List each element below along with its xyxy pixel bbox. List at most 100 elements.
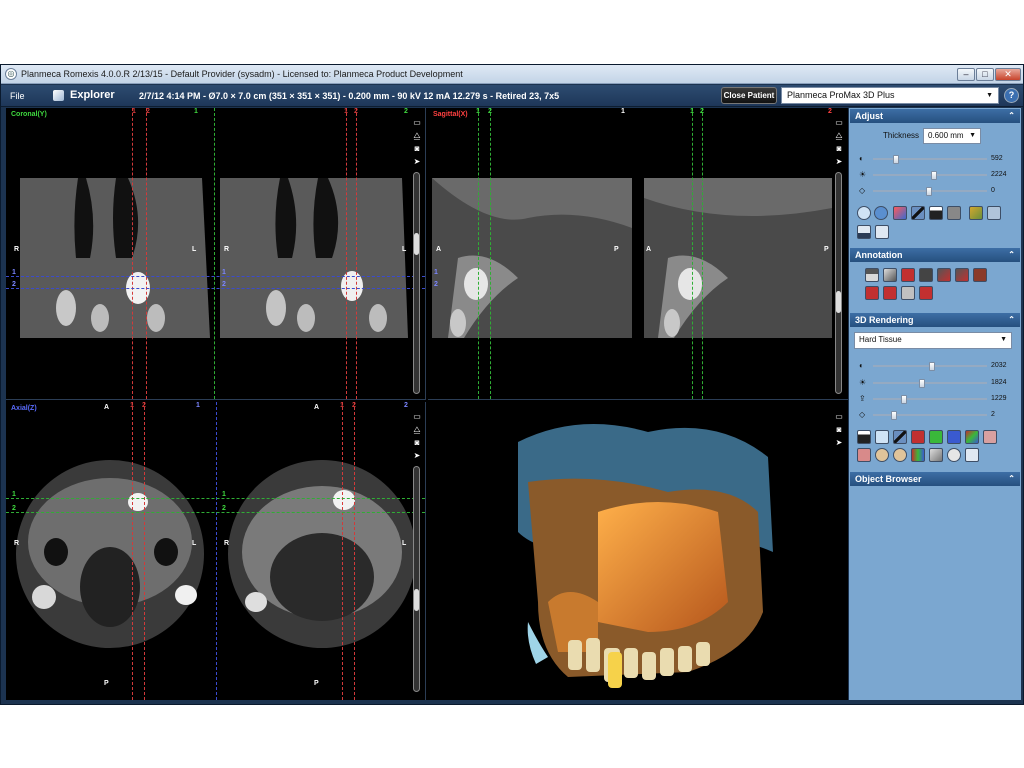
clip-plane-green-icon[interactable] <box>929 430 943 444</box>
rendering-preset-select[interactable]: Hard Tissue ▼ <box>854 332 1012 349</box>
3d-render-view[interactable]: ▭ ◙ ➤ <box>428 402 848 700</box>
adjust-slider-2[interactable] <box>873 171 987 180</box>
crosshair-line-3[interactable] <box>214 108 215 399</box>
explorer-cube-icon[interactable] <box>53 90 64 101</box>
collapse-icon[interactable]: ⌃ <box>1008 248 1015 262</box>
crosshair-line-2[interactable] <box>146 108 147 399</box>
hand-icon[interactable] <box>875 225 889 239</box>
sagittal-view[interactable]: Sagittal(X) 1 2 1 1 2 2 1 2 A P A P ▭ ⧋ … <box>428 108 848 400</box>
export-icon[interactable]: ➤ <box>412 157 422 166</box>
device-select[interactable]: Planmeca ProMax 3D Plus ▼ <box>781 87 999 104</box>
slice-plane-icon[interactable] <box>929 448 943 462</box>
reset-icon[interactable] <box>987 206 1001 220</box>
rendering-slider-2[interactable] <box>873 379 987 388</box>
axial-scrollbar[interactable] <box>413 466 420 692</box>
rendering-slider-1[interactable] <box>873 362 987 371</box>
scrollbar-thumb[interactable] <box>414 233 419 255</box>
cube-view-icon[interactable] <box>857 448 871 462</box>
crosshair-line-1[interactable] <box>132 108 133 399</box>
close-window-button[interactable]: ✕ <box>995 68 1021 81</box>
ellipse-annotation-icon[interactable] <box>865 286 879 300</box>
draw-icon[interactable] <box>955 268 969 282</box>
export-icon[interactable]: ➤ <box>834 157 844 166</box>
crosshair-line-2[interactable] <box>490 108 491 399</box>
flip-icon[interactable]: ⧋ <box>412 425 422 434</box>
file-menu[interactable]: File <box>10 91 25 101</box>
thickness-select[interactable]: 0.600 mm ▼ <box>923 128 981 144</box>
skull-side-icon[interactable] <box>893 448 907 462</box>
coronal-view[interactable]: Coronal(Y) 1 2 1 1 2 2 1 2 1 2 R L R L ▭… <box>6 108 426 400</box>
rectangle-annotation-icon[interactable] <box>883 286 897 300</box>
delete-annotation-icon[interactable] <box>973 268 987 282</box>
camera-icon[interactable]: ◙ <box>412 144 422 153</box>
collapse-icon[interactable]: ⌃ <box>1008 472 1015 486</box>
crosshair-line-4[interactable] <box>342 402 343 700</box>
pan-icon[interactable] <box>874 206 888 220</box>
sharpen-icon[interactable] <box>969 206 983 220</box>
crosshair-line-2[interactable] <box>144 402 145 700</box>
crosshair-line-4[interactable] <box>346 108 347 399</box>
slider-knob[interactable] <box>926 187 932 196</box>
maximize-view-icon[interactable]: ▭ <box>412 118 422 127</box>
line-annotation-icon[interactable] <box>937 268 951 282</box>
measure-icon[interactable] <box>893 206 907 220</box>
minimize-button[interactable]: – <box>957 68 975 81</box>
clip-plane-red-icon[interactable] <box>911 430 925 444</box>
render-histogram-icon[interactable] <box>857 430 871 444</box>
zoom-icon[interactable] <box>857 206 871 220</box>
crosshair-line-3[interactable] <box>692 108 693 399</box>
export-icon[interactable]: ➤ <box>412 451 422 460</box>
crosshair-line-7[interactable] <box>6 288 425 289</box>
eraser-icon[interactable] <box>901 286 915 300</box>
export-icon[interactable]: ➤ <box>834 438 844 447</box>
flip-icon[interactable]: ⧋ <box>412 131 422 140</box>
implant-icon[interactable] <box>919 286 933 300</box>
slider-knob[interactable] <box>919 379 925 388</box>
slider-knob[interactable] <box>901 395 907 404</box>
crosshair-line-1[interactable] <box>132 402 133 700</box>
maximize-view-icon[interactable]: ▭ <box>834 118 844 127</box>
clip-reset-icon[interactable] <box>983 430 997 444</box>
maximize-view-icon[interactable]: ▭ <box>412 412 422 421</box>
help-button[interactable]: ? <box>1004 88 1019 103</box>
sagittal-scrollbar[interactable] <box>835 172 842 394</box>
annotation-section-header[interactable]: Annotation ⌃ <box>850 248 1020 262</box>
render-settings-icon[interactable] <box>965 448 979 462</box>
crosshair-line-5[interactable] <box>354 402 355 700</box>
coronal-scrollbar[interactable] <box>413 172 420 394</box>
collapse-icon[interactable]: ⌃ <box>1008 109 1015 123</box>
arrow-annotation-icon[interactable] <box>919 268 933 282</box>
close-patient-button[interactable]: Close Patient <box>721 87 777 104</box>
ruler-icon[interactable] <box>865 268 879 282</box>
camera-icon[interactable]: ◙ <box>834 144 844 153</box>
collapse-icon[interactable]: ⌃ <box>1008 313 1015 327</box>
crosshair-line-7[interactable] <box>6 512 425 513</box>
slider-knob[interactable] <box>929 362 935 371</box>
skull-front-icon[interactable] <box>875 448 889 462</box>
color-map-icon[interactable] <box>911 448 925 462</box>
rendering-slider-4[interactable] <box>873 411 987 420</box>
slider-knob[interactable] <box>891 411 897 420</box>
maximize-view-icon[interactable]: ▭ <box>834 412 844 421</box>
preset-icon[interactable] <box>857 225 871 239</box>
histogram-icon[interactable] <box>929 206 943 220</box>
angle-icon[interactable] <box>883 268 897 282</box>
flip-icon[interactable]: ⧋ <box>834 131 844 140</box>
slider-knob[interactable] <box>893 155 899 164</box>
clip-plane-blue-icon[interactable] <box>947 430 961 444</box>
camera-icon[interactable]: ◙ <box>834 425 844 434</box>
slider-knob[interactable] <box>931 171 937 180</box>
3d-rendering-section-header[interactable]: 3D Rendering ⌃ <box>850 313 1020 327</box>
render-window-icon[interactable] <box>893 430 907 444</box>
text-annotation-icon[interactable] <box>901 268 915 282</box>
crosshair-line-6[interactable] <box>6 498 425 499</box>
crosshair-line-6[interactable] <box>6 276 425 277</box>
explorer-button[interactable]: Explorer <box>70 89 115 101</box>
maximize-button[interactable]: □ <box>976 68 994 81</box>
clip-box-icon[interactable] <box>965 430 979 444</box>
skull-top-icon[interactable] <box>947 448 961 462</box>
axial-view[interactable]: Axial(Z) 1 2 1 1 2 2 1 2 1 2 A A R L R L… <box>6 402 426 700</box>
window-level-icon[interactable] <box>911 206 925 220</box>
crosshair-line-4[interactable] <box>702 108 703 399</box>
scrollbar-thumb[interactable] <box>836 291 841 313</box>
